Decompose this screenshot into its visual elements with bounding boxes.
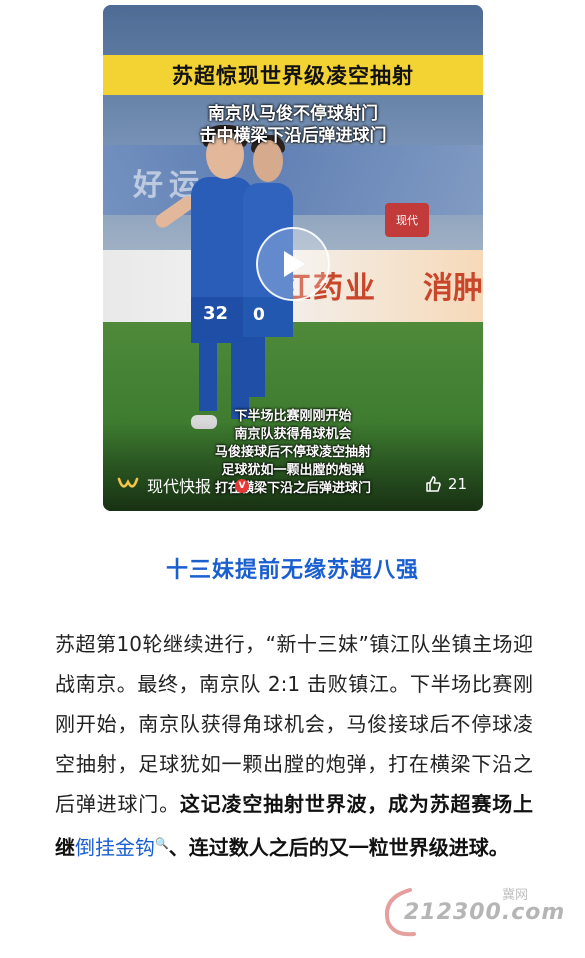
article-text: 苏超第10轮继续进行，“新十三妹”镇江队坐镇主场迎战南京。最终，南京队 2:1 … (55, 632, 533, 816)
article-paragraph: 苏超第10轮继续进行，“新十三妹”镇江队坐镇主场迎战南京。最终，南京队 2:1 … (55, 624, 533, 868)
section-title: 十三妹提前无缘苏超八强 (165, 558, 419, 583)
jersey-number-2: 0 (253, 305, 265, 325)
video-player[interactable]: 好运 现代 红药业 消肿 32 0 苏超惊现世界级凌空抽射 南京队马俊不停球射门… (103, 5, 483, 511)
article-keyword-link[interactable]: 倒挂金钩 (75, 836, 155, 860)
video-background-logo: 现代 (385, 203, 429, 237)
video-caption-1: 下半场比赛刚刚开始 (234, 409, 352, 424)
site-watermark: 冀网 212300.com (380, 880, 580, 940)
play-button[interactable] (256, 227, 330, 301)
like-button[interactable]: 21 (424, 475, 467, 493)
video-caption-2: 南京队获得角球机会 (234, 427, 352, 442)
channel-info[interactable]: 现代快报 (117, 473, 211, 497)
video-ad-text-right: 消肿 (423, 271, 483, 306)
like-count: 21 (447, 475, 467, 493)
watermark-site: 212300.com (404, 900, 566, 925)
channel-name: 现代快报 (147, 477, 212, 496)
channel-logo-icon (117, 477, 139, 488)
article-bold-text-2: 、连过数人之后的又一粒世界级进球。 (168, 835, 509, 860)
thumbs-up-icon (426, 476, 441, 492)
video-subtitle-line2: 击中横梁下沿后弹进球门 (199, 126, 387, 146)
search-icon[interactable]: 🔍 (155, 824, 169, 864)
play-icon (284, 251, 305, 277)
video-title-banner: 苏超惊现世界级凌空抽射 (103, 55, 483, 95)
verified-badge-icon: V (235, 479, 249, 493)
video-caption-3: 马俊接球后不停球凌空抽射 (214, 445, 371, 460)
jersey-number-1: 32 (203, 303, 229, 324)
